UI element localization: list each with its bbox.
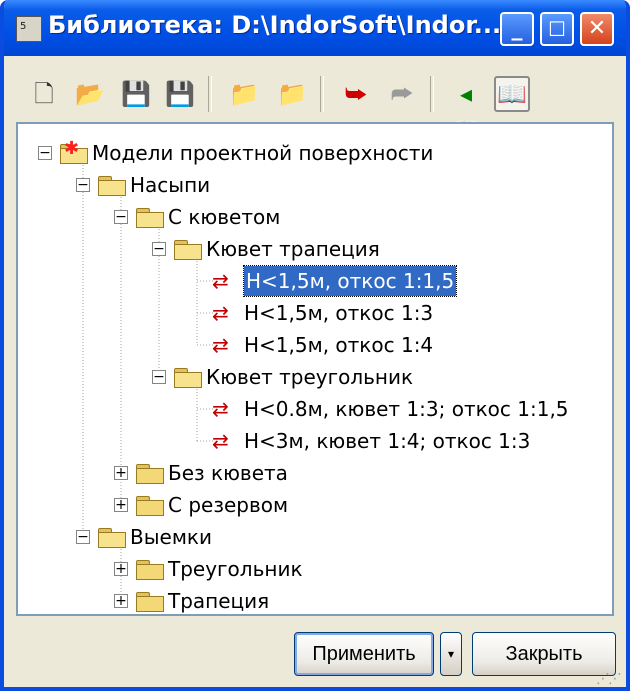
- close-button[interactable]: Закрыть: [472, 632, 616, 676]
- save-as-icon[interactable]: 💾: [162, 76, 198, 112]
- folder-open-icon: [136, 206, 164, 228]
- folder-icon: [136, 462, 164, 484]
- app-icon-glyph: 5: [20, 21, 27, 32]
- surface-model-icon: ⇄: [212, 397, 229, 421]
- surface-model-icon: ⇄: [212, 429, 229, 453]
- folder-icon: [136, 590, 164, 612]
- collapse-back-icon[interactable]: ◂📖: [448, 76, 484, 144]
- toolbar-separator: [430, 76, 434, 112]
- collapse-icon[interactable]: −: [114, 209, 128, 225]
- expander-glyph: +: [115, 497, 127, 513]
- maximize-button[interactable]: ☐: [540, 12, 574, 46]
- expand-icon[interactable]: +: [114, 497, 128, 513]
- tree-item-label: Выемки: [130, 525, 212, 549]
- tree-item-label: H<1,5м, откос 1:1,5: [242, 265, 458, 297]
- collapse-icon[interactable]: −: [76, 177, 90, 193]
- expand-forward-icon[interactable]: 📖▸: [494, 76, 530, 140]
- delete-folder-icon[interactable]: 📁: [274, 76, 310, 112]
- library-root-icon: ✱: [60, 138, 88, 164]
- tree-item-label: Трапеция: [168, 589, 270, 613]
- apply-dropdown-button[interactable]: ▾: [440, 632, 462, 676]
- expander-glyph: +: [115, 593, 127, 609]
- surface-model-icon: ⇄: [212, 301, 229, 325]
- new-folder-icon[interactable]: 📁: [226, 76, 262, 112]
- tree-item-label: H<3м, кювет 1:4; откос 1:3: [244, 429, 531, 453]
- close-icon: ✕: [587, 16, 607, 41]
- tree-item-label: H<1,5м, откос 1:4: [244, 333, 434, 357]
- tree-item-label: Кювет треугольник: [206, 365, 414, 389]
- library-tree[interactable]: − ✱ Модели проектной поверхности − Насыпи − С …: [16, 122, 614, 616]
- folder-icon: [136, 558, 164, 580]
- tree-item-label: С резервом: [168, 493, 289, 517]
- folder-open-icon: [174, 238, 202, 260]
- expander-glyph: −: [77, 177, 89, 193]
- expander-glyph: −: [77, 529, 89, 545]
- folder-open-icon: [98, 174, 126, 196]
- expand-icon[interactable]: +: [114, 561, 128, 577]
- folder-open-icon: [174, 366, 202, 388]
- tree-item-label: Без кювета: [168, 461, 288, 485]
- maximize-icon: ☐: [548, 17, 566, 41]
- minimize-icon: _: [511, 16, 523, 41]
- collapse-icon[interactable]: −: [38, 145, 52, 161]
- apply-button[interactable]: Применить: [294, 632, 434, 676]
- folder-icon: [136, 494, 164, 516]
- collapse-icon[interactable]: −: [76, 529, 90, 545]
- expand-icon[interactable]: +: [114, 465, 128, 481]
- expander-glyph: −: [115, 209, 127, 225]
- surface-model-icon: ⇄: [212, 333, 229, 357]
- expander-glyph: −: [153, 241, 165, 257]
- window-title: Библиотека: D:\IndorSoft\Indor...: [48, 11, 502, 39]
- minimize-button[interactable]: _: [500, 12, 534, 46]
- new-library-icon[interactable]: 🗋: [26, 76, 62, 112]
- title-bar[interactable]: 5 Библиотека: D:\IndorSoft\Indor... _ ☐ …: [4, 0, 626, 56]
- collapse-icon[interactable]: −: [152, 369, 166, 385]
- close-window-button[interactable]: ✕: [580, 12, 614, 46]
- library-window: 5 Библиотека: D:\IndorSoft\Indor... _ ☐ …: [0, 0, 630, 691]
- expander-glyph: +: [115, 561, 127, 577]
- bottom-bar: Применить ▾ Закрыть ⋰⋰: [4, 616, 626, 687]
- surface-model-icon: ⇄: [212, 269, 229, 293]
- toolbar-separator: [208, 76, 212, 112]
- toolbar: 🗋 📂 💾💾 📁 📁 ⮩ ⮫ ◂📖📖▸: [12, 66, 616, 144]
- tree-item-label: H<0.8м, кювет 1:3; откос 1:1,5: [244, 397, 569, 421]
- collapse-icon[interactable]: −: [152, 241, 166, 257]
- open-library-icon[interactable]: 📂: [72, 76, 108, 112]
- tree-item-label: Кювет трапеция: [206, 237, 380, 261]
- export-icon[interactable]: ⮫: [384, 76, 420, 112]
- tree-item-label: С кюветом: [168, 205, 281, 229]
- expander-glyph: +: [115, 465, 127, 481]
- toolbar-separator: [320, 76, 324, 112]
- save-icon[interactable]: 💾: [118, 76, 154, 112]
- expander-glyph: −: [39, 145, 51, 161]
- expand-icon[interactable]: +: [114, 593, 128, 609]
- folder-open-icon: [98, 526, 126, 548]
- tree-item-label: Насыпи: [130, 173, 211, 197]
- tree-item-label: H<1,5м, откос 1:3: [244, 301, 434, 325]
- app-icon[interactable]: 5: [16, 16, 42, 42]
- tree-item-label: Модели проектной поверхности: [92, 141, 434, 165]
- resize-grip-icon[interactable]: ⋰⋰: [596, 671, 622, 687]
- import-icon[interactable]: ⮩: [338, 76, 374, 112]
- expander-glyph: −: [153, 369, 165, 385]
- tree-item-label: Треугольник: [168, 557, 303, 581]
